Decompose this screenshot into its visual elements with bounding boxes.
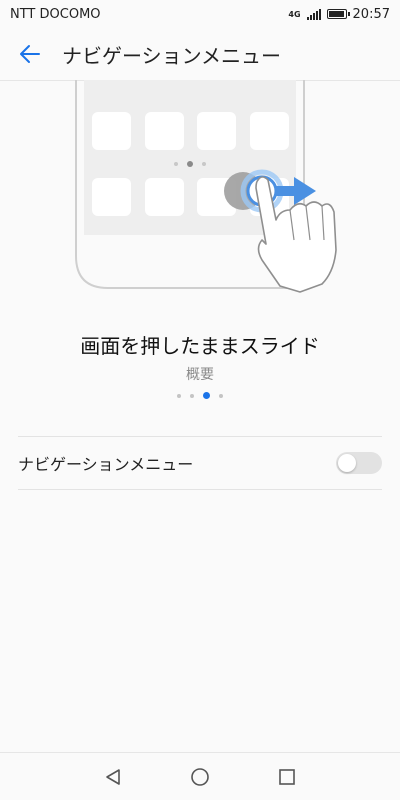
signal-icon bbox=[306, 8, 321, 20]
home-circle-icon bbox=[191, 767, 209, 786]
recents-square-icon bbox=[278, 768, 295, 785]
navigation-menu-setting[interactable]: ナビゲーションメニュー bbox=[18, 436, 382, 490]
setting-label: ナビゲーションメニュー bbox=[18, 455, 194, 474]
app-tile bbox=[145, 112, 184, 150]
nav-home-button[interactable] bbox=[185, 762, 215, 792]
page-indicator bbox=[0, 392, 400, 399]
nav-back-button[interactable] bbox=[98, 762, 128, 792]
status-icons: 4G 20:57 bbox=[288, 7, 390, 22]
back-button[interactable] bbox=[4, 28, 56, 80]
tutorial-title: 画面を押したままスライド bbox=[80, 334, 320, 358]
page-dot bbox=[219, 393, 223, 398]
page-dot-active bbox=[203, 392, 210, 399]
network-type: 4G bbox=[288, 9, 301, 19]
system-nav-bar bbox=[0, 752, 400, 800]
page-dot bbox=[190, 393, 194, 398]
battery-icon bbox=[326, 9, 350, 19]
carrier-label: NTT DOCOMO bbox=[10, 6, 101, 22]
toggle-knob bbox=[338, 454, 356, 472]
app-tile bbox=[92, 178, 131, 216]
page-dot bbox=[177, 393, 181, 398]
app-tile bbox=[250, 112, 289, 150]
page-title: ナビゲーションメニュー bbox=[62, 43, 281, 68]
app-tile bbox=[92, 112, 131, 150]
tutorial-illustration bbox=[75, 80, 337, 293]
app-bar: ナビゲーションメニュー bbox=[0, 28, 400, 81]
tutorial-subtitle: 概要 bbox=[186, 367, 214, 383]
back-triangle-icon bbox=[106, 768, 121, 785]
app-tile bbox=[197, 112, 236, 150]
nav-recents-button[interactable] bbox=[272, 762, 302, 792]
navigation-menu-toggle[interactable] bbox=[336, 452, 382, 474]
arrow-left-icon bbox=[20, 45, 40, 63]
app-tile bbox=[145, 178, 184, 216]
status-bar: NTT DOCOMO 4G 20:57 bbox=[0, 0, 400, 28]
clock: 20:57 bbox=[352, 6, 390, 22]
